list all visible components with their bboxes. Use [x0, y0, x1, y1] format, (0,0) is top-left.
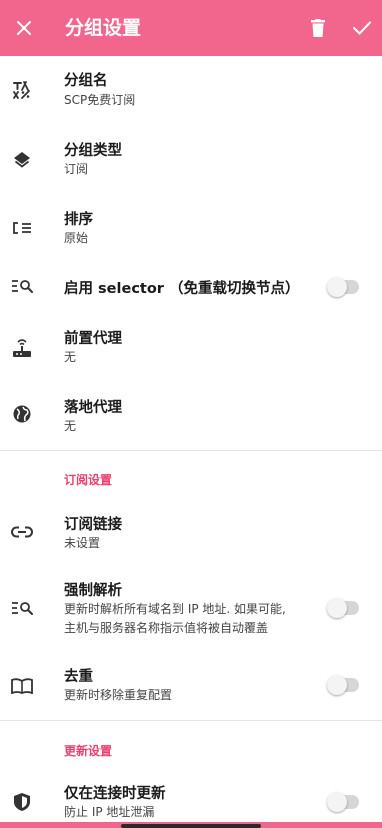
- gesture-handle[interactable]: [121, 824, 261, 828]
- setting-landing-proxy[interactable]: 落地代理 无: [0, 382, 382, 450]
- sort-list-icon: [10, 216, 34, 240]
- front-proxy-label: 前置代理: [64, 331, 122, 347]
- setting-force-resolve[interactable]: 强制解析 更新时解析所有域名到 IP 地址. 如果可能, 主机与服务器名称指示值…: [0, 564, 382, 650]
- trash-icon: [311, 19, 325, 37]
- setting-selector[interactable]: 启用 selector （免重载切换节点）: [0, 262, 382, 312]
- setting-group-type[interactable]: 分组类型 订阅: [0, 124, 382, 194]
- front-proxy-value: 无: [64, 350, 77, 364]
- shield-icon: [10, 790, 34, 814]
- close-icon: [17, 21, 31, 35]
- subscription-link-value: 未设置: [64, 536, 101, 550]
- globe-icon: [10, 402, 34, 426]
- page-title: 分组设置: [65, 17, 142, 39]
- force-resolve-desc-line1: 更新时解析所有域名到 IP 地址. 如果可能,: [64, 602, 286, 616]
- setting-group-name[interactable]: 分组名 SCP免费订阅: [0, 56, 382, 124]
- selector-label: 启用 selector （免重载切换节点）: [64, 281, 300, 297]
- force-resolve-desc-line2: 主机与服务器名称指示值将被自动覆盖: [64, 621, 269, 635]
- only-when-connected-label: 仅在连接时更新: [64, 786, 166, 802]
- only-when-connected-toggle[interactable]: [327, 792, 359, 812]
- close-button[interactable]: [10, 14, 38, 42]
- section-divider: [0, 450, 382, 451]
- list-search-icon: [10, 596, 34, 620]
- list-search-icon: [10, 274, 34, 298]
- subscription-link-label: 订阅链接: [64, 517, 122, 533]
- book-icon: [10, 674, 34, 698]
- selector-toggle[interactable]: [327, 277, 359, 297]
- confirm-button[interactable]: [348, 14, 376, 42]
- dedup-desc: 更新时移除重复配置: [64, 688, 173, 702]
- landing-proxy-label: 落地代理: [64, 400, 122, 416]
- setting-subscription-link[interactable]: 订阅链接 未设置: [0, 500, 382, 564]
- force-resolve-label: 强制解析: [64, 583, 122, 599]
- only-when-connected-desc: 防止 IP 地址泄漏: [64, 805, 155, 819]
- dedup-toggle[interactable]: [327, 675, 359, 695]
- section-divider: [0, 720, 382, 721]
- group-type-value: 订阅: [64, 162, 89, 176]
- check-icon: [353, 21, 371, 35]
- sort-value: 原始: [64, 231, 89, 245]
- setting-sort[interactable]: 排序 原始: [0, 194, 382, 262]
- setting-only-when-connected[interactable]: 仅在连接时更新 防止 IP 地址泄漏: [0, 770, 382, 822]
- dedup-label: 去重: [64, 669, 93, 685]
- sort-label: 排序: [64, 212, 93, 228]
- router-icon: [10, 336, 34, 360]
- update-section-header: 更新设置: [64, 744, 113, 758]
- rename-icon: [10, 78, 34, 102]
- group-type-label: 分组类型: [64, 143, 122, 159]
- layers-icon: [10, 147, 34, 171]
- force-resolve-toggle[interactable]: [327, 598, 359, 618]
- delete-button[interactable]: [305, 14, 331, 42]
- link-icon: [10, 520, 34, 544]
- landing-proxy-value: 无: [64, 419, 77, 433]
- group-name-label: 分组名: [64, 73, 108, 89]
- subscription-section-header: 订阅设置: [64, 473, 113, 487]
- group-name-value: SCP免费订阅: [64, 93, 136, 107]
- setting-front-proxy[interactable]: 前置代理 无: [0, 312, 382, 382]
- app-bar: 分组设置: [0, 0, 382, 56]
- setting-dedup[interactable]: 去重 更新时移除重复配置: [0, 650, 382, 720]
